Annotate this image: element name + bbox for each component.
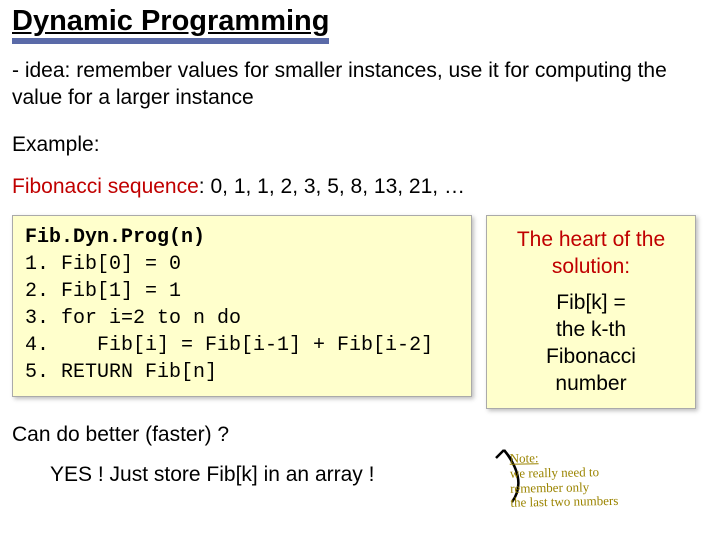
fibonacci-colon: :: [199, 175, 211, 198]
note-title: Note:: [510, 451, 539, 466]
code-line: 1. Fib[0] = 0: [25, 253, 181, 276]
note-line: the last two numbers: [510, 493, 618, 510]
code-line: 4. Fib[i] = Fib[i-1] + Fib[i-2]: [25, 334, 433, 357]
side-body-line: Fib[k] =: [499, 289, 683, 316]
page-title: Dynamic Programming: [12, 6, 329, 44]
code-line: 2. Fib[1] = 1: [25, 280, 181, 303]
fibonacci-label: Fibonacci sequence: [12, 175, 199, 198]
side-body-line: Fibonacci: [499, 343, 683, 370]
side-body-line: number: [499, 370, 683, 397]
side-body-line: the k-th: [499, 316, 683, 343]
code-line: 3. for i=2 to n do: [25, 307, 241, 330]
code-box: Fib.Dyn.Prog(n) 1. Fib[0] = 0 2. Fib[1] …: [12, 215, 472, 397]
side-box: The heart of the solution: Fib[k] = the …: [486, 215, 696, 409]
fibonacci-line: Fibonacci sequence: 0, 1, 1, 2, 3, 5, 8,…: [12, 175, 708, 199]
fibonacci-values: 0, 1, 1, 2, 3, 5, 8, 13, 21, …: [210, 175, 465, 198]
code-title: Fib.Dyn.Prog(n): [25, 226, 205, 249]
code-line: 5. RETURN Fib[n]: [25, 361, 217, 384]
content-row: Fib.Dyn.Prog(n) 1. Fib[0] = 0 2. Fib[1] …: [12, 215, 708, 409]
slide: Dynamic Programming - idea: remember val…: [0, 0, 720, 540]
idea-text: - idea: remember values for smaller inst…: [12, 58, 708, 111]
better-question: Can do better (faster) ?: [12, 423, 708, 447]
handwritten-note: Note: we really need to remember only th…: [510, 448, 711, 510]
example-label: Example:: [12, 133, 708, 157]
side-heart: The heart of the solution:: [499, 226, 683, 281]
